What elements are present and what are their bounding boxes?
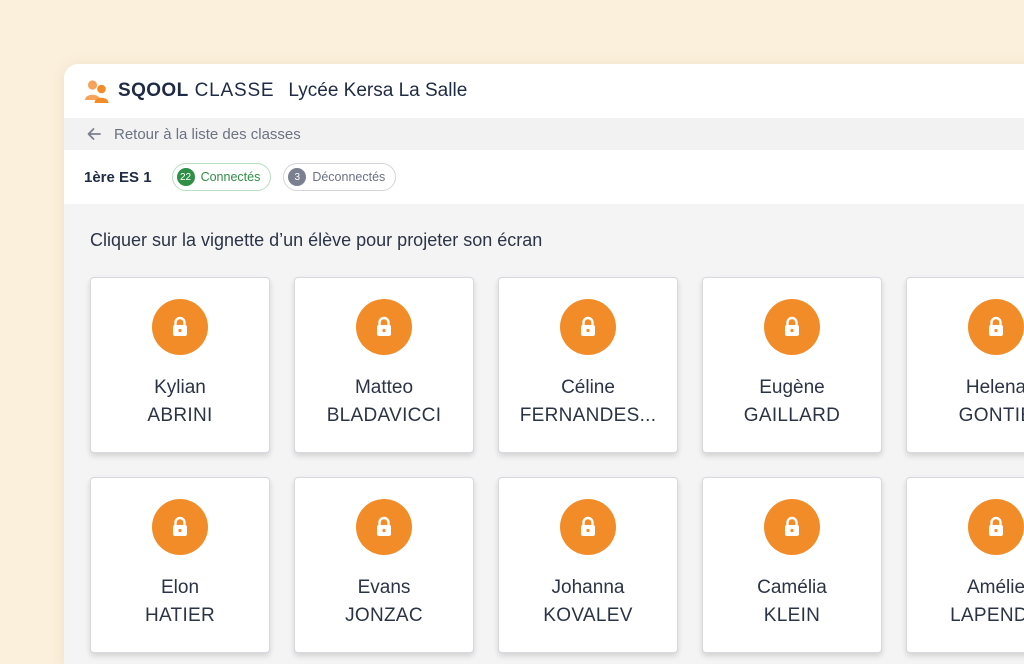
disconnected-count-badge: 3	[288, 168, 307, 186]
lock-icon	[968, 499, 1024, 555]
student-last-name: ABRINI	[147, 405, 213, 426]
student-first-name: Eugène	[759, 377, 825, 398]
student-last-name: JONZAC	[345, 605, 423, 626]
student-card[interactable]: Evans JONZAC	[294, 477, 474, 653]
student-first-name: Amélie	[966, 577, 1024, 598]
disconnected-filter-chip[interactable]: 3 Déconnectés	[283, 163, 397, 191]
lock-icon	[152, 499, 208, 555]
student-card[interactable]: Helena GONTIE	[906, 277, 1024, 453]
student-last-name: HATIER	[144, 605, 216, 626]
lock-icon	[764, 499, 820, 555]
school-name: Lycée Kersa La Salle	[288, 80, 468, 101]
disconnected-label: Déconnectés	[312, 170, 386, 184]
connected-label: Connectés	[200, 170, 261, 184]
lock-icon	[968, 299, 1024, 355]
main-content: Cliquer sur la vignette d’un élève pour …	[64, 204, 1024, 653]
student-first-name: Matteo	[354, 377, 414, 398]
student-first-name: Céline	[561, 377, 615, 398]
student-first-name: Helena	[965, 377, 1024, 398]
app-logo: SQOOL CLASSE	[84, 78, 274, 104]
student-last-name: KLEIN	[763, 605, 821, 626]
student-first-name: Evans	[357, 577, 411, 598]
student-last-name: KOVALEV	[543, 605, 633, 626]
student-last-name: GONTIE	[958, 405, 1024, 426]
student-last-name: FERNANDES...	[519, 405, 657, 426]
student-card[interactable]: Eugène GAILLARD	[702, 277, 882, 453]
instruction-text: Cliquer sur la vignette d’un élève pour …	[90, 230, 543, 250]
users-logo-icon	[85, 80, 109, 103]
lock-icon	[560, 299, 616, 355]
lock-icon	[152, 299, 208, 355]
brand-product: CLASSE	[194, 80, 275, 101]
back-link-label: Retour à la liste des classes	[114, 125, 301, 143]
class-name: 1ère ES 1	[84, 168, 152, 186]
student-card[interactable]: Camélia KLEIN	[702, 477, 882, 653]
student-last-name: LAPENDU	[950, 605, 1024, 626]
lock-icon	[764, 299, 820, 355]
student-card[interactable]: Amélie LAPENDU	[906, 477, 1024, 653]
student-card[interactable]: Céline FERNANDES...	[498, 277, 678, 453]
student-first-name: Camélia	[757, 577, 827, 598]
student-last-name: GAILLARD	[743, 405, 841, 426]
student-grid: Kylian ABRINI Matteo BLADAVICCI Céline F…	[90, 277, 1024, 653]
student-first-name: Elon	[160, 577, 200, 598]
student-first-name: Kylian	[154, 377, 206, 398]
student-card[interactable]: Elon HATIER	[90, 477, 270, 653]
student-first-name: Johanna	[551, 577, 625, 598]
student-last-name: BLADAVICCI	[326, 405, 442, 426]
connected-filter-chip[interactable]: 22 Connectés	[171, 163, 272, 191]
lock-icon	[356, 299, 412, 355]
app-window: SQOOL CLASSE Lycée Kersa La Salle Retour…	[64, 64, 1024, 664]
lock-icon	[560, 499, 616, 555]
student-card[interactable]: Kylian ABRINI	[90, 277, 270, 453]
student-card[interactable]: Matteo BLADAVICCI	[294, 277, 474, 453]
student-card[interactable]: Johanna KOVALEV	[498, 477, 678, 653]
arrow-left-icon	[87, 128, 101, 140]
lock-icon	[356, 499, 412, 555]
brand-name: SQOOL	[118, 80, 189, 101]
back-link[interactable]: Retour à la liste des classes	[64, 118, 1024, 150]
top-bar: SQOOL CLASSE Lycée Kersa La Salle	[64, 64, 1024, 118]
class-bar: 1ère ES 1 22 Connectés 3 Déconnectés	[64, 150, 1024, 204]
connected-count-badge: 22	[176, 168, 195, 186]
